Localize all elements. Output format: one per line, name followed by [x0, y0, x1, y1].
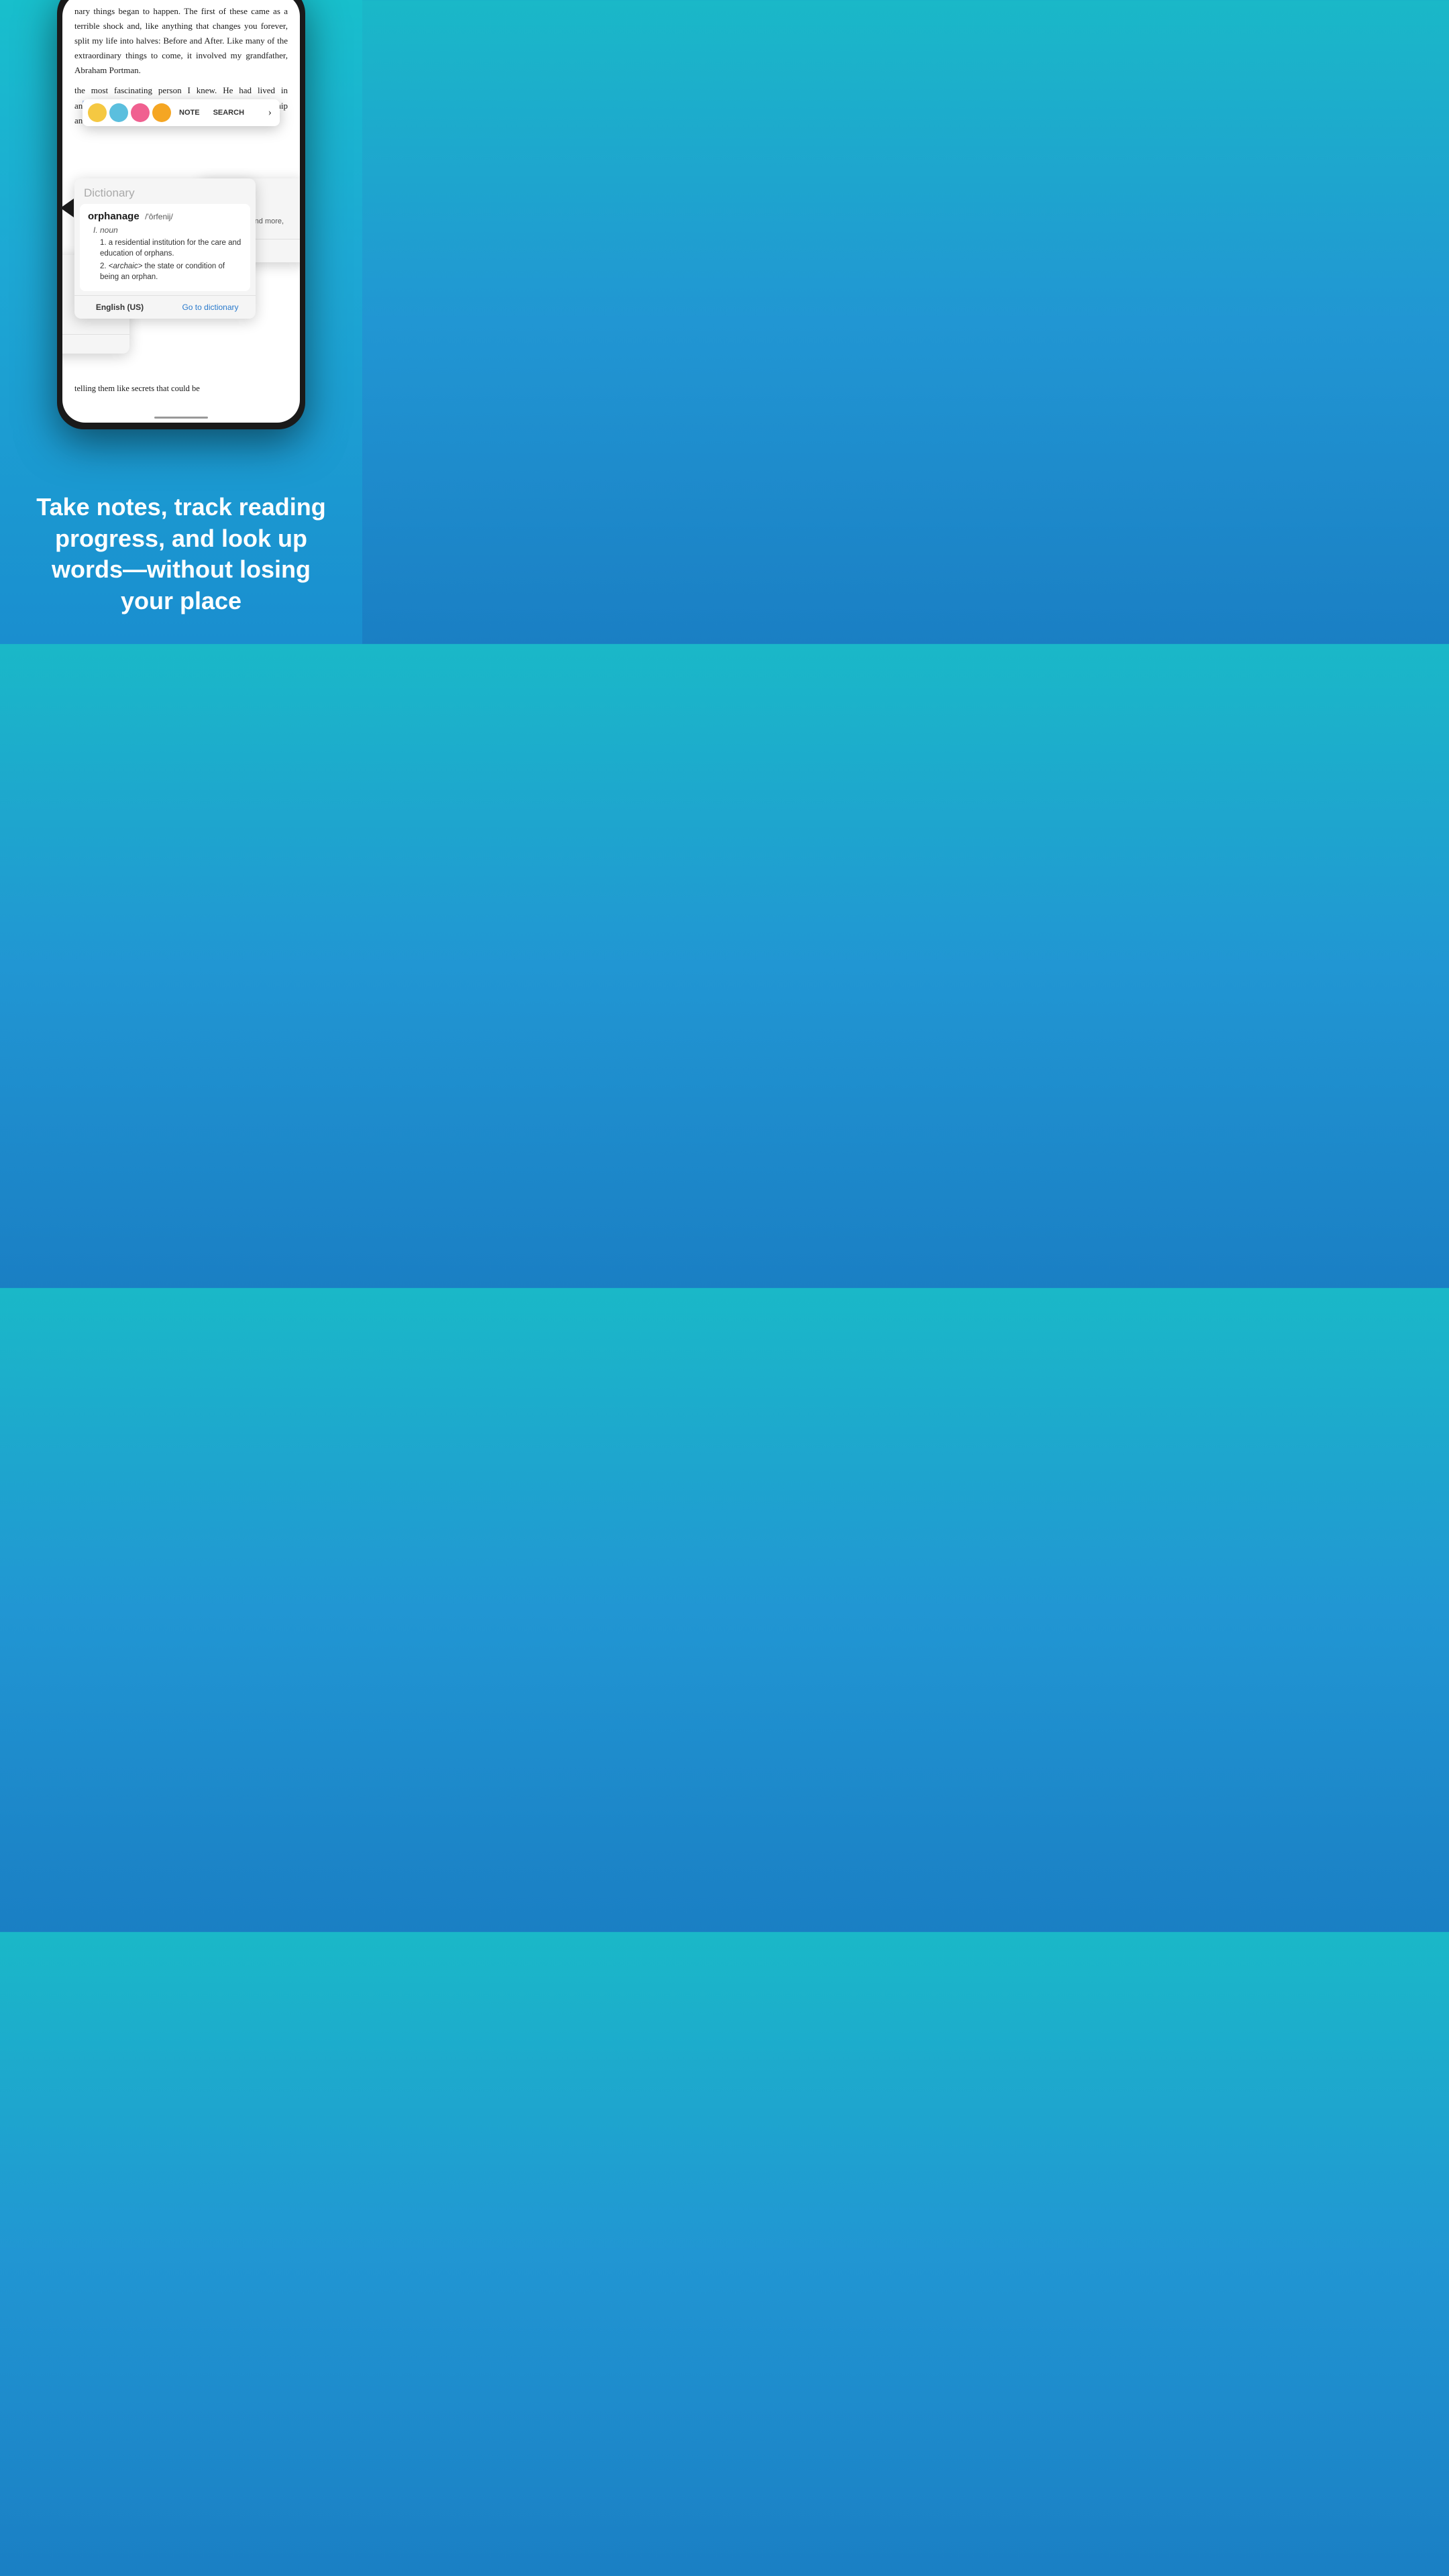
dictionary-language-button[interactable]: English (US): [74, 296, 165, 319]
search-button[interactable]: SEARCH: [208, 106, 250, 119]
dictionary-content: orphanage /'ôrfenij/ I. noun 1. a reside…: [80, 204, 250, 291]
promo-headline: Take notes, track reading progress, and …: [27, 492, 335, 617]
highlight-toolbar: NOTE SEARCH ›: [83, 99, 280, 126]
dictionary-word-line: orphanage /'ôrfenij/: [88, 211, 242, 223]
toolbar-more-arrow[interactable]: ›: [266, 104, 274, 121]
phone-device: nary things began to happen. The first o…: [57, 0, 305, 429]
dictionary-definition-1: 1. a residential institution for the car…: [100, 237, 242, 259]
dictionary-footer: English (US) Go to dictionary: [74, 295, 256, 319]
home-indicator: [154, 417, 208, 419]
color-pink[interactable]: [131, 103, 150, 122]
book-text-top: nary things began to happen. The first o…: [62, 0, 300, 78]
note-button[interactable]: NOTE: [174, 106, 205, 119]
book-text-top-content: nary things began to happen. The first o…: [74, 6, 288, 75]
phone-screen: nary things began to happen. The first o…: [62, 0, 300, 423]
color-yellow[interactable]: [88, 103, 107, 122]
left-page-arrow[interactable]: [60, 199, 74, 217]
phone-frame: nary things began to happen. The first o…: [57, 0, 305, 429]
dictionary-panel: Dictionary orphanage /'ôrfenij/ I. noun …: [74, 178, 256, 319]
dictionary-definition-2: 2. <archaic> the state or condition of b…: [100, 261, 242, 282]
color-orange[interactable]: [152, 103, 171, 122]
promo-section: Take notes, track reading progress, and …: [0, 492, 362, 617]
wikipedia-link[interactable]: to Wikipedia: [62, 334, 129, 354]
book-text-bottom: telling them like secrets that could be: [74, 382, 288, 396]
dictionary-goto-button[interactable]: Go to dictionary: [165, 296, 256, 319]
dictionary-phonetic: /'ôrfenij/: [145, 212, 173, 221]
dictionary-pos: I. noun: [93, 225, 242, 235]
wiki-text-line7: ed: [62, 318, 121, 327]
dictionary-word: orphanage: [88, 211, 140, 222]
color-blue[interactable]: [109, 103, 128, 122]
dictionary-header: Dictionary: [74, 178, 256, 204]
